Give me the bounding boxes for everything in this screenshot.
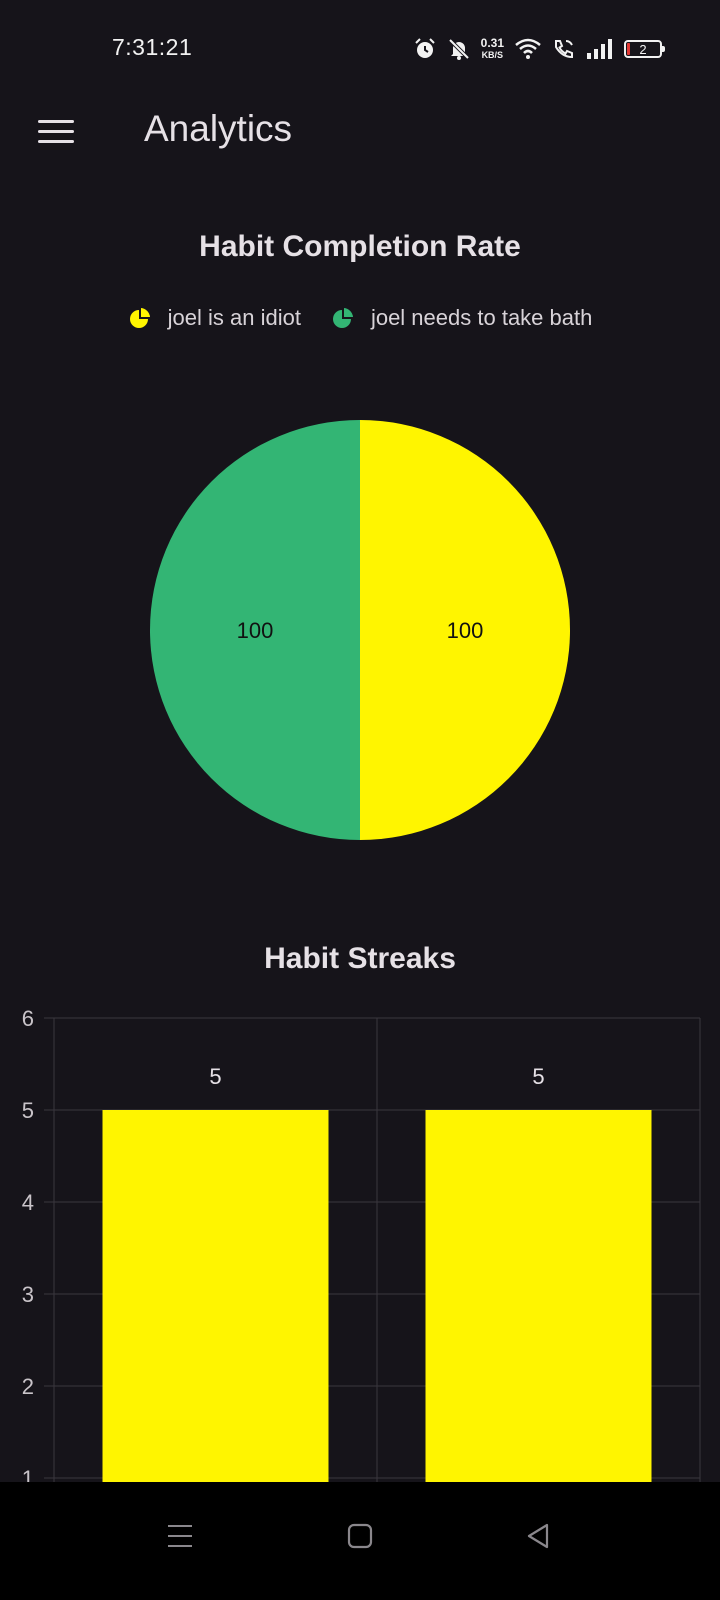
status-bar: 7:31:21 0.31 KB/S 2 [0, 0, 720, 96]
pie-chart: 100 100 [150, 420, 570, 840]
system-navigation-bar [0, 1482, 720, 1600]
back-button[interactable] [508, 1506, 568, 1566]
pie-chart-icon [129, 308, 150, 328]
y-tick-label: 1 [22, 1466, 34, 1482]
battery-icon: 2 [624, 40, 665, 58]
bar [425, 1110, 652, 1482]
signal-icon [587, 39, 612, 59]
pie-chart-title: Habit Completion Rate [199, 230, 521, 263]
y-tick-label: 6 [22, 1006, 34, 1031]
battery-level: 2 [639, 41, 647, 57]
wifi-calling-icon [555, 40, 573, 59]
bar-value-label: 5 [209, 1064, 221, 1089]
recent-apps-icon [168, 1525, 192, 1547]
pie-chart-legend: joel is an idiot joel needs to take bath [0, 305, 720, 331]
app-bar: Analytics [0, 96, 720, 168]
status-icons: 0.31 KB/S 2 [413, 34, 665, 64]
pie-slice-label: 100 [237, 618, 274, 643]
bar-chart-title: Habit Streaks [264, 942, 456, 975]
status-time: 7:31:21 [112, 34, 193, 60]
net-speed-value: 0.31 [480, 36, 504, 50]
legend-item: joel needs to take bath [331, 305, 592, 331]
pie-chart-icon [332, 308, 353, 328]
net-speed: 0.31 KB/S [481, 37, 504, 61]
net-speed-unit: KB/S [481, 50, 504, 60]
bar [102, 1110, 329, 1482]
page-title: Analytics [144, 108, 293, 149]
legend-label: joel is an idiot [167, 305, 301, 330]
silent-icon [448, 38, 470, 60]
bar-chart: 1 2 3 4 5 6 5 5 [22, 1006, 701, 1482]
legend-item: joel is an idiot [128, 305, 301, 331]
recent-apps-button[interactable] [150, 1506, 210, 1566]
legend-label: joel needs to take bath [370, 305, 593, 330]
y-tick-label: 3 [22, 1282, 34, 1307]
back-icon [527, 1523, 549, 1549]
y-tick-label: 4 [22, 1190, 34, 1215]
menu-button[interactable] [24, 108, 88, 156]
alarm-icon [414, 38, 435, 58]
y-tick-label: 5 [22, 1098, 34, 1123]
y-tick-label: 2 [22, 1374, 34, 1399]
menu-icon [38, 120, 74, 123]
wifi-icon [515, 38, 541, 59]
home-icon [347, 1523, 373, 1549]
pie-slice-label: 100 [447, 618, 484, 643]
home-button[interactable] [330, 1506, 390, 1566]
bar-value-label: 5 [532, 1064, 544, 1089]
